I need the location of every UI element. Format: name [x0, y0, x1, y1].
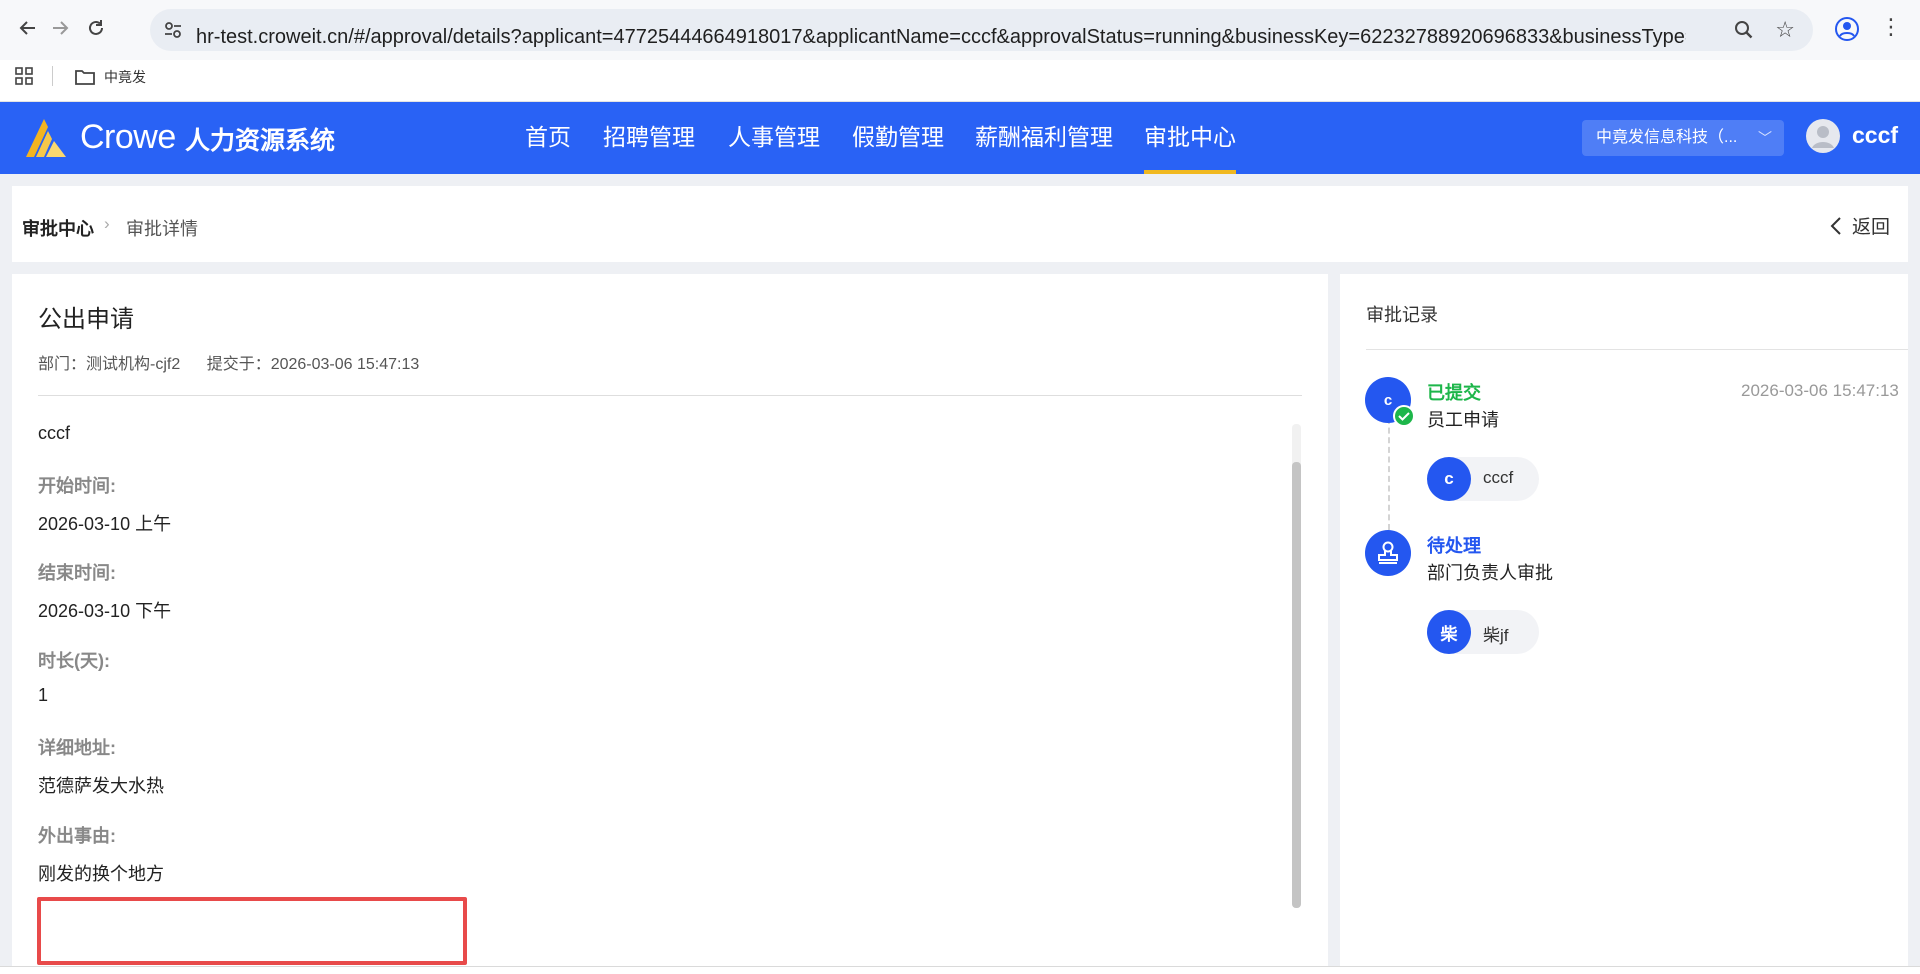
chevron-left-icon [1830, 216, 1841, 235]
field-value: 刚发的换个地方 [38, 864, 164, 884]
form-detail-card [12, 274, 1328, 966]
field-label: 详细地址: [38, 738, 116, 758]
site-settings-icon[interactable] [162, 19, 184, 41]
breadcrumb-current: 审批详情 [126, 219, 198, 239]
profile-icon[interactable] [1834, 16, 1860, 42]
user-icon [1812, 126, 1834, 148]
system-name: 人力资源系统 [185, 127, 336, 155]
field-label: 外出事由: [38, 826, 116, 846]
approval-records-card [1340, 274, 1908, 966]
person-chip: c cccf [1427, 457, 1539, 501]
breadcrumb-root[interactable]: 审批中心 [22, 215, 94, 241]
chevron-right-icon: › [104, 214, 110, 233]
zoom-icon[interactable] [1733, 19, 1755, 41]
url-text[interactable]: hr-test.croweit.cn/#/approval/details?ap… [196, 20, 1686, 49]
field-value: 2026-03-10 下午 [38, 601, 172, 621]
breadcrumb [12, 186, 1908, 262]
chevron-down-icon: ﹀ [1758, 130, 1772, 146]
divider [1366, 349, 1908, 350]
status-submitted: 已提交 [1427, 383, 1481, 403]
bookmarks-divider [52, 66, 53, 86]
apps-grid-icon[interactable] [14, 66, 34, 86]
user-name[interactable]: cccf [1852, 122, 1898, 149]
field-label: 开始时间: [38, 476, 116, 496]
page-title: 公出申请 [38, 306, 134, 333]
scrollbar-thumb[interactable] [1292, 462, 1301, 908]
nav-attendance[interactable]: 假勤管理 [852, 102, 944, 174]
person-chip: 柴 柴jf [1427, 610, 1539, 654]
bookmark-star-icon[interactable]: ☆ [1775, 17, 1795, 43]
field-label: 结束时间: [38, 563, 116, 583]
step-name: 部门负责人审批 [1427, 563, 1553, 583]
bookmark-label: 中竟发 [104, 69, 146, 85]
divider [38, 395, 1302, 396]
field-value: 1 [38, 685, 49, 705]
address-bar[interactable]: hr-test.croweit.cn/#/approval/details?ap… [150, 9, 1813, 51]
person-name: cccf [1483, 468, 1514, 487]
records-title: 审批记录 [1366, 305, 1438, 325]
back-label: 返回 [1852, 217, 1891, 238]
company-select[interactable]: 中竟发信息科技（... ﹀ [1582, 120, 1784, 156]
bookmarks-bar [0, 60, 1920, 102]
stamp-icon [1365, 530, 1411, 576]
step-time: 2026-03-06 15:47:13 [1741, 381, 1899, 400]
nav-payroll[interactable]: 薪酬福利管理 [975, 102, 1113, 174]
nav-home[interactable]: 首页 [525, 102, 571, 174]
timeline-connector [1388, 418, 1390, 530]
highlight-annotation-box [37, 897, 467, 965]
step-name: 员工申请 [1427, 410, 1499, 430]
crowe-logo-icon [26, 119, 66, 157]
nav-personnel[interactable]: 人事管理 [728, 102, 820, 174]
applicant-name: cccf [38, 423, 71, 443]
back-arrow-icon[interactable] [14, 14, 42, 42]
company-select-value: 中竟发信息科技（... [1596, 129, 1738, 146]
nav-approval-center[interactable]: 审批中心 [1144, 102, 1236, 174]
avatar: c [1427, 457, 1471, 501]
department-text: 部门：测试机构-cjf2 [38, 356, 181, 373]
forward-arrow-icon[interactable] [46, 14, 74, 42]
back-button[interactable]: 返回 [1830, 212, 1890, 239]
avatar[interactable] [1806, 119, 1840, 153]
form-meta: 部门：测试机构-cjf2 提交于：2026-03-06 15:47:13 [38, 350, 441, 374]
status-pending: 待处理 [1427, 536, 1481, 556]
field-value: 范德萨发大水热 [38, 776, 164, 796]
check-icon [1393, 405, 1415, 427]
field-label: 时长(天): [38, 651, 110, 671]
window-bottom-edge [0, 966, 1920, 974]
reload-icon[interactable] [82, 14, 110, 42]
submitted-time: 提交于：2026-03-06 15:47:13 [206, 356, 420, 373]
person-name: 柴jf [1483, 626, 1509, 645]
folder-icon [75, 70, 95, 85]
avatar: 柴 [1427, 610, 1471, 654]
bookmark-folder[interactable]: 中竟发 [74, 66, 146, 88]
field-value: 2026-03-10 上午 [38, 514, 172, 534]
logo-text: Crowe [80, 118, 176, 156]
more-menu-icon[interactable]: ⋮ [1880, 14, 1902, 40]
nav-recruitment[interactable]: 招聘管理 [603, 102, 695, 174]
